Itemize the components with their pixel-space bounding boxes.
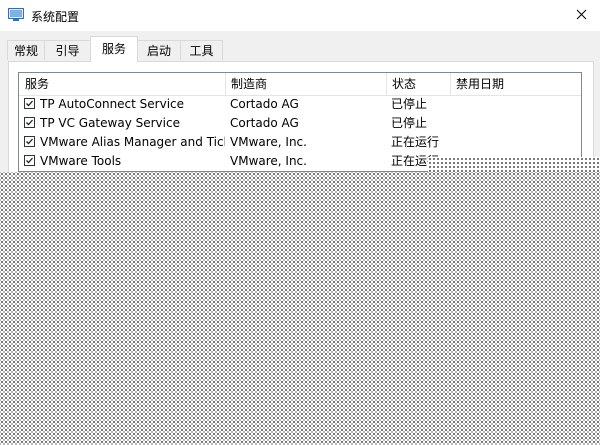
- checkmark-icon: [26, 100, 33, 107]
- close-button[interactable]: [562, 0, 600, 31]
- tab-general[interactable]: 常规: [7, 40, 45, 60]
- tab-boot[interactable]: 引导: [44, 40, 91, 60]
- service-name: VMware Alias Manager and Tick...: [40, 135, 225, 149]
- service-name: TP VC Gateway Service: [40, 116, 180, 130]
- title-bar: 系统配置: [0, 0, 600, 31]
- checkmark-icon: [26, 138, 33, 145]
- service-checkbox[interactable]: [24, 117, 35, 128]
- dithered-overlay: [0, 172, 600, 445]
- service-name: VMware Tools: [40, 154, 122, 168]
- column-header-manufacturer[interactable]: 制造商: [225, 73, 386, 95]
- service-name: TP AutoConnect Service: [40, 97, 185, 111]
- dithered-overlay: [428, 157, 600, 173]
- tab-strip: 常规 引导 服务 启动 工具: [0, 36, 600, 62]
- tab-startup[interactable]: 启动: [137, 40, 181, 60]
- service-status: 已停止: [391, 97, 428, 111]
- service-status: 正在运行: [391, 135, 440, 149]
- checkmark-icon: [26, 119, 33, 126]
- table-row[interactable]: TP AutoConnect Service Cortado AG 已停止: [19, 95, 581, 114]
- checkmark-icon: [26, 157, 33, 164]
- table-row[interactable]: TP VC Gateway Service Cortado AG 已停止: [19, 114, 581, 133]
- msconfig-icon: [8, 8, 24, 22]
- service-disabled-date: [455, 114, 575, 133]
- tab-tools[interactable]: 工具: [180, 40, 223, 60]
- column-header-disabled-date[interactable]: 禁用日期: [450, 73, 581, 95]
- system-configuration-window: 系统配置 常规 引导 服务 启动 工具 服务 制造商 状态 禁用日期 TP Au…: [0, 0, 600, 445]
- service-disabled-date: [455, 133, 575, 152]
- column-header-status[interactable]: 状态: [386, 73, 450, 95]
- window-title: 系统配置: [31, 10, 80, 24]
- service-manufacturer: Cortado AG: [230, 116, 299, 130]
- service-manufacturer: Cortado AG: [230, 97, 299, 111]
- service-manufacturer: VMware, Inc.: [230, 135, 307, 149]
- service-disabled-date: [455, 95, 575, 114]
- service-checkbox[interactable]: [24, 136, 35, 147]
- list-header: 服务 制造商 状态 禁用日期: [19, 73, 581, 96]
- tab-services[interactable]: 服务: [90, 36, 138, 62]
- close-icon: [576, 9, 587, 23]
- service-checkbox[interactable]: [24, 98, 35, 109]
- service-manufacturer: VMware, Inc.: [230, 154, 307, 168]
- service-checkbox[interactable]: [24, 155, 35, 166]
- table-row[interactable]: VMware Alias Manager and Tick... VMware,…: [19, 133, 581, 152]
- column-header-service[interactable]: 服务: [19, 73, 225, 95]
- service-status: 已停止: [391, 116, 428, 130]
